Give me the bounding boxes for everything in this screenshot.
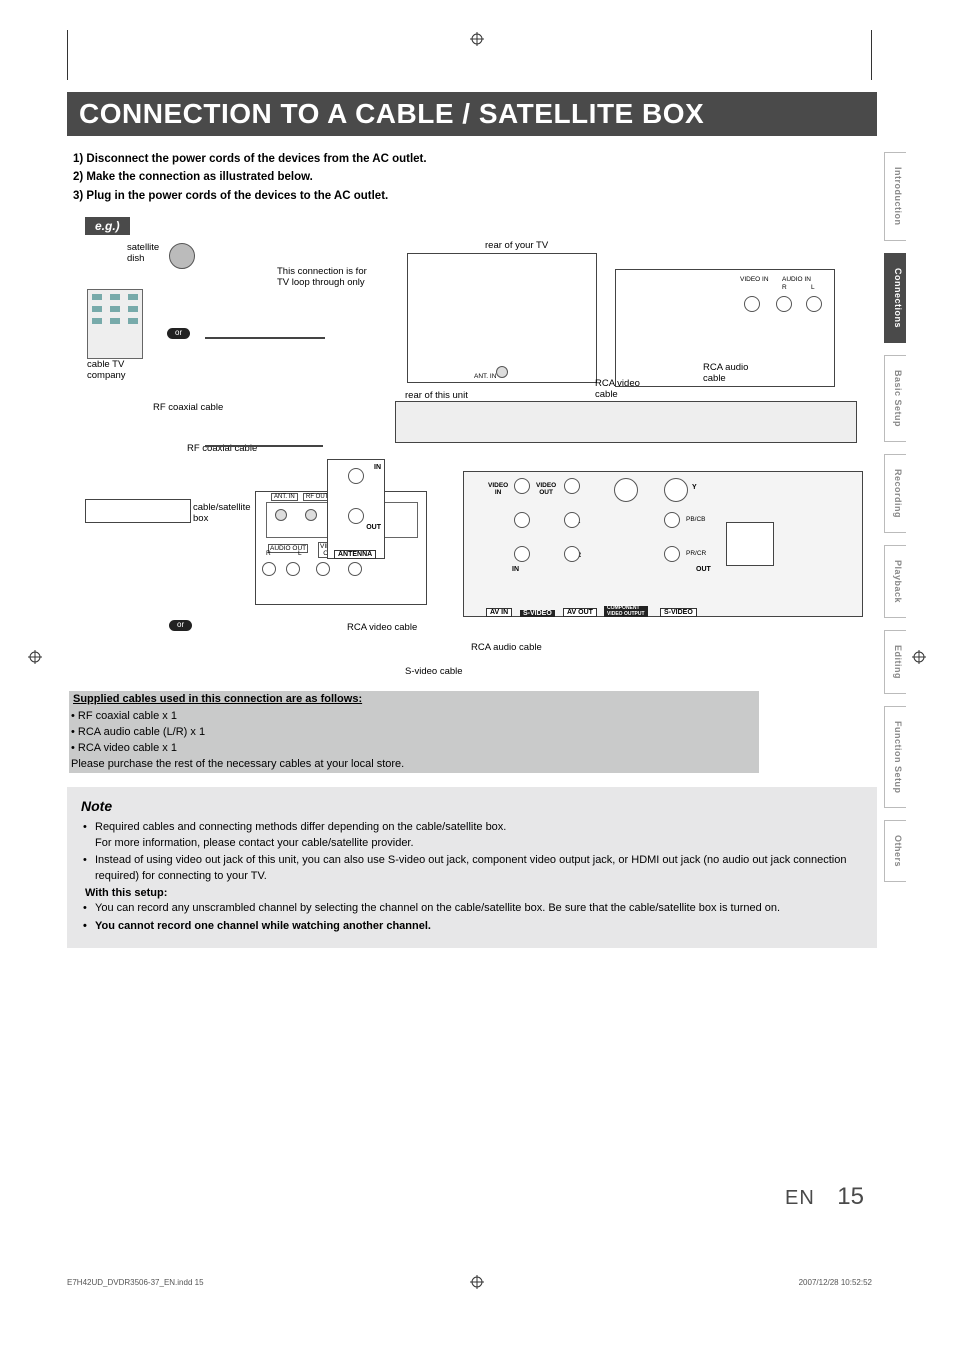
or-label-top: or xyxy=(167,328,190,339)
note-setup: With this setup: xyxy=(81,886,863,901)
supplied-title: Supplied cables used in this connection … xyxy=(71,691,367,709)
rca-audio-cable-label: RCA audio cable xyxy=(703,363,748,384)
rf-coaxial-label-1: RF coaxial cable xyxy=(153,403,223,413)
rca-video-cable-label: RCA video cable xyxy=(595,379,640,400)
tab-function-setup[interactable]: Function Setup xyxy=(884,706,906,809)
note-item-1-a: Required cables and connecting methods d… xyxy=(95,821,506,833)
audio-in-label: AUDIO IN xyxy=(782,276,811,283)
ant-in: IN xyxy=(374,464,381,471)
step-2: 2) Make the connection as illustrated be… xyxy=(73,168,821,186)
footer-date: 2007/12/28 10:52:52 xyxy=(799,1278,872,1287)
ant-out: OUT xyxy=(366,524,381,531)
csat-l: L xyxy=(298,550,302,557)
csat-audio-out: AUDIO OUT xyxy=(268,544,308,553)
steps: 1) Disconnect the power cords of the dev… xyxy=(67,146,877,209)
note-item-2: Instead of using video out jack of this … xyxy=(81,853,863,884)
note-item-3: You can record any unscrambled channel b… xyxy=(81,901,863,916)
csat-ant-in: ANT. IN xyxy=(271,493,298,501)
side-tabs: Introduction Connections Basic Setup Rec… xyxy=(884,152,924,894)
rear-tv-label: rear of your TV xyxy=(485,241,548,251)
rca-audio-cable-2: RCA audio cable xyxy=(471,643,542,653)
step-3: 3) Plug in the power cords of the device… xyxy=(73,187,821,205)
loop-through-note: This connection is for TV loop through o… xyxy=(277,267,367,288)
registration-mark-bottom xyxy=(470,1275,484,1289)
note-item-4: You cannot record one channel while watc… xyxy=(81,919,863,934)
unit-rear xyxy=(395,401,857,443)
satellite-dish-label: satellite dish xyxy=(127,243,159,264)
or-label-2: or xyxy=(169,620,192,631)
hdmi-jack xyxy=(726,522,774,566)
tab-introduction[interactable]: Introduction xyxy=(884,152,906,241)
antenna-label: ANTENNA xyxy=(334,550,376,559)
in-label: IN xyxy=(512,566,519,573)
supplied-item-2: • RCA audio cable (L/R) x 1 xyxy=(69,725,759,741)
registration-mark-left xyxy=(28,650,42,664)
video-in-label: VIDEO IN xyxy=(740,276,769,283)
tv-rear-left: ANT. IN xyxy=(407,253,597,383)
tab-connections[interactable]: Connections xyxy=(884,253,906,343)
audio-l-label: L xyxy=(811,284,815,291)
satellite-dish-icon xyxy=(169,243,195,269)
tab-basic-setup[interactable]: Basic Setup xyxy=(884,355,906,442)
ant-in-small-label: ANT. IN xyxy=(474,373,496,380)
csat-box-label: cable/satellite box xyxy=(193,503,251,524)
out-label: OUT xyxy=(696,566,711,573)
note-item-1-b: For more information, please contact you… xyxy=(95,837,414,849)
tab-others[interactable]: Others xyxy=(884,820,906,882)
note-header: Note xyxy=(81,797,863,817)
tab-playback[interactable]: Playback xyxy=(884,545,906,618)
csat-r: R xyxy=(266,550,271,557)
avout-boxlabel: AV OUT xyxy=(563,608,597,617)
pbcb-label: PB/CB xyxy=(686,516,706,523)
component-boxlabel: COMPONENT VIDEO OUTPUT xyxy=(604,606,648,617)
tab-editing[interactable]: Editing xyxy=(884,630,906,694)
svideo2-boxlabel: S-VIDEO xyxy=(660,608,697,617)
supplied-item-3: • RCA video cable x 1 xyxy=(69,741,759,757)
note-item-1: Required cables and connecting methods d… xyxy=(81,820,863,851)
page-title: CONNECTION TO A CABLE / SATELLITE BOX xyxy=(67,92,877,136)
page-num: 15 xyxy=(837,1183,864,1210)
video-out: VIDEO OUT xyxy=(536,482,556,496)
rca-video-cable-2: RCA video cable xyxy=(347,623,417,633)
y-label: Y xyxy=(692,484,697,491)
eg-label: e.g.) xyxy=(85,217,130,235)
note-box: Note Required cables and connecting meth… xyxy=(67,787,877,948)
svideo-boxlabel: S-VIDEO xyxy=(520,610,555,617)
csat-front xyxy=(85,499,191,523)
antenna-box: IN OUT ANTENNA xyxy=(327,459,385,559)
supplied-purchase: Please purchase the rest of the necessar… xyxy=(69,757,759,773)
supplied-cables-box: Supplied cables used in this connection … xyxy=(69,691,759,773)
tab-recording[interactable]: Recording xyxy=(884,454,906,533)
lang-code: EN xyxy=(785,1187,815,1209)
cable-company-icon xyxy=(87,289,143,359)
supplied-item-1: • RF coaxial cable x 1 xyxy=(69,709,759,725)
connection-diagram: e.g.) satellite dish or cable TV company… xyxy=(67,211,877,685)
cable-company-label: cable TV company xyxy=(87,360,126,381)
rear-unit-label: rear of this unit xyxy=(405,391,468,401)
step-1: 1) Disconnect the power cords of the dev… xyxy=(73,150,821,168)
page-number: EN 15 xyxy=(785,1183,864,1211)
jack-panel: VIDEO IN VIDEO OUT L R IN Y PB/CB PR/CR … xyxy=(463,471,863,617)
registration-mark-top xyxy=(470,32,484,46)
avin-boxlabel: AV IN xyxy=(486,608,512,617)
audio-r-label: R xyxy=(782,284,787,291)
prcr-label: PR/CR xyxy=(686,550,706,557)
svideo-cable-label: S-video cable xyxy=(405,667,463,677)
footer-file: E7H42UD_DVDR3506-37_EN.indd 15 xyxy=(67,1278,204,1287)
video-in: VIDEO IN xyxy=(488,482,508,496)
